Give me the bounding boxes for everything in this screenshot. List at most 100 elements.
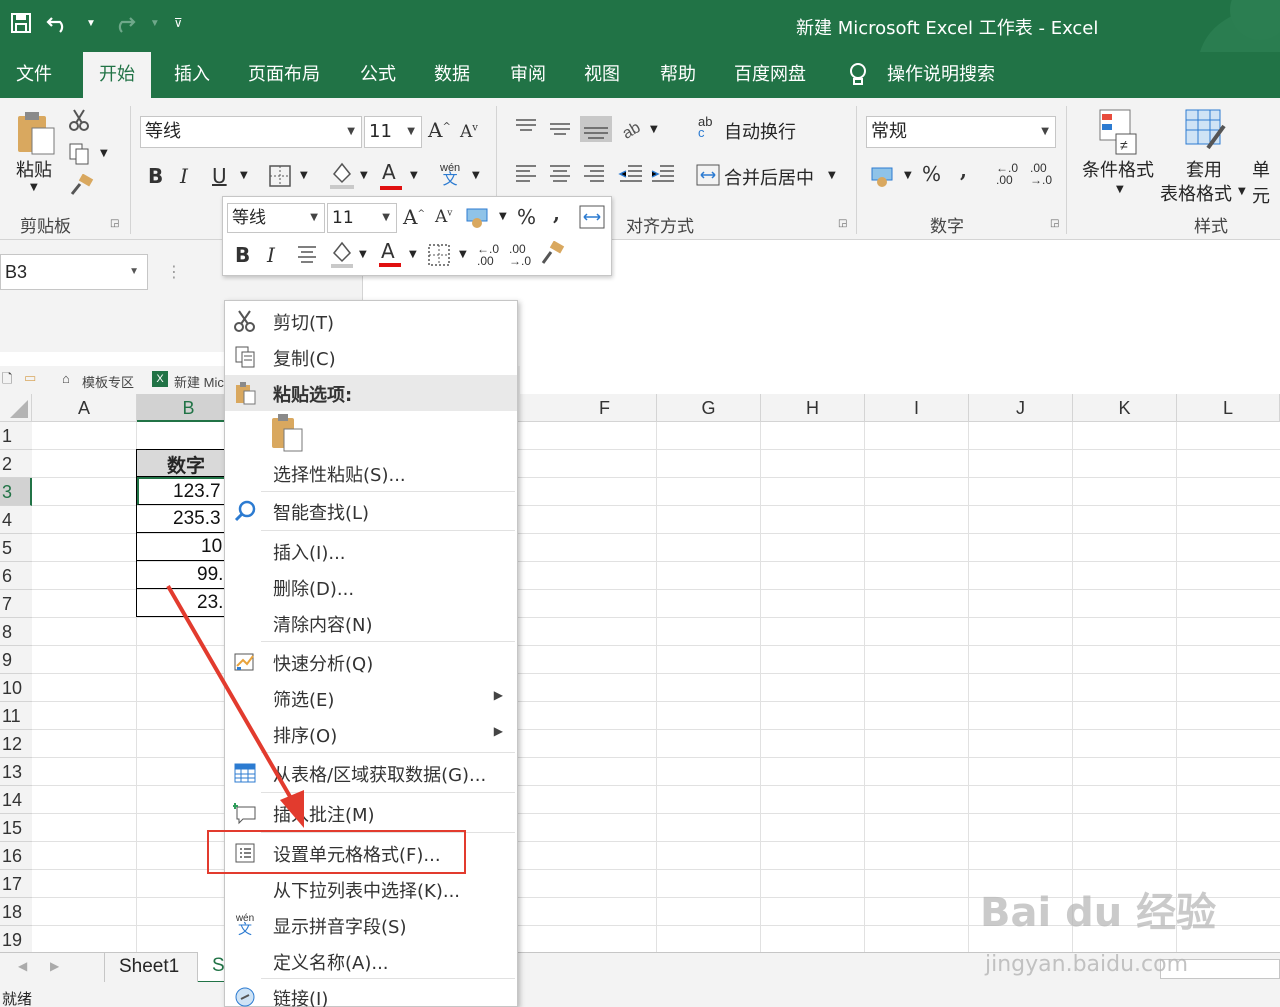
fill-color-icon[interactable] [328, 160, 356, 190]
alignment-launcher-icon[interactable]: ◲ [838, 218, 847, 229]
row-header[interactable]: 6 [0, 562, 32, 590]
menu-item-copy[interactable]: 复制(C) [225, 339, 517, 375]
horizontal-align-icons[interactable] [512, 162, 612, 188]
row-header[interactable]: 13 [0, 758, 32, 786]
menu-item-quick-analysis[interactable]: 快速分析(Q) [225, 644, 517, 680]
row-header[interactable]: 11 [0, 702, 32, 730]
mini-borders-icon[interactable] [427, 243, 451, 267]
mini-font-size-combo[interactable]: 11 ▼ [327, 203, 397, 233]
merge-dropdown-icon[interactable]: ▼ [828, 170, 836, 181]
conditional-format-dropdown-icon[interactable]: ▼ [1116, 184, 1124, 195]
mini-font-color-button[interactable]: A [381, 239, 395, 263]
paste-keep-source-icon[interactable] [269, 413, 305, 453]
row-header[interactable]: 1 [0, 422, 32, 450]
row-header[interactable]: 4 [0, 506, 32, 534]
tab-data[interactable]: 数据 [434, 52, 470, 98]
row-header[interactable]: 19 [0, 926, 32, 954]
tab-insert[interactable]: 插入 [174, 52, 210, 98]
column-header-a[interactable]: A [32, 394, 137, 422]
mini-format-painter-icon[interactable] [539, 241, 565, 267]
row-header[interactable]: 7 [0, 590, 32, 618]
underline-dropdown-icon[interactable]: ▼ [240, 170, 248, 181]
folder-icon[interactable]: ▭ [24, 370, 36, 386]
tab-view[interactable]: 视图 [584, 52, 620, 98]
row-header[interactable]: 15 [0, 814, 32, 842]
italic-button[interactable]: I [180, 164, 188, 188]
mini-fill-dropdown-icon[interactable]: ▼ [359, 249, 367, 260]
mini-accounting-dropdown-icon[interactable]: ▼ [499, 211, 507, 222]
fill-color-dropdown-icon[interactable]: ▼ [360, 170, 368, 181]
menu-item-insert-comment[interactable]: 插入批注(M) [225, 795, 517, 831]
borders-dropdown-icon[interactable]: ▼ [300, 170, 308, 181]
percent-button[interactable]: % [922, 162, 941, 186]
tab-page-layout[interactable]: 页面布局 [248, 52, 320, 98]
underline-button[interactable]: U [212, 164, 227, 188]
format-table-line1[interactable]: 套用 [1186, 156, 1222, 182]
menu-item-insert[interactable]: 插入(I)... [225, 533, 517, 569]
select-all-corner[interactable] [0, 394, 32, 422]
column-header-l[interactable]: L [1177, 394, 1280, 422]
column-header-j[interactable]: J [969, 394, 1073, 422]
undo-icon[interactable] [46, 12, 72, 34]
bookmark-new-excel[interactable]: 新建 Mic [174, 372, 224, 391]
table-row[interactable]: 235.3 [137, 505, 226, 533]
conditional-format-icon[interactable]: ≠ [1098, 108, 1142, 156]
decrease-font-icon[interactable]: Av [460, 122, 478, 142]
row-header[interactable]: 12 [0, 730, 32, 758]
scroll-right-icon[interactable]: ▶ [50, 959, 59, 973]
bookmark-templates[interactable]: 模板专区 [82, 372, 134, 391]
format-table-line2[interactable]: 表格格式 [1160, 180, 1232, 206]
borders-icon[interactable] [268, 164, 292, 188]
font-name-combo[interactable]: 等线 ▼ [140, 116, 362, 148]
row-header[interactable]: 5 [0, 534, 32, 562]
orientation-icon[interactable]: ab [620, 118, 648, 140]
vertical-align-icons[interactable] [512, 116, 612, 142]
row-header[interactable]: 14 [0, 786, 32, 814]
merge-center-button[interactable]: 合并后居中 [724, 164, 814, 190]
format-painter-icon[interactable] [68, 174, 94, 198]
menu-item-pick-from-list[interactable]: 从下拉列表中选择(K)... [225, 871, 517, 907]
menu-item-show-phonetic[interactable]: wén 文 显示拼音字段(S) [225, 907, 517, 943]
menu-item-paste-special[interactable]: 选择性粘贴(S)... [225, 455, 517, 491]
row-header[interactable]: 8 [0, 618, 32, 646]
mini-decrease-font-icon[interactable]: Av [435, 207, 452, 227]
mini-comma-button[interactable]: , [553, 201, 560, 225]
page-icon[interactable]: 🗋 [2, 370, 12, 392]
column-header-g[interactable]: G [657, 394, 761, 422]
save-icon[interactable] [10, 12, 32, 34]
accounting-dropdown-icon[interactable]: ▼ [904, 170, 912, 181]
tab-review[interactable]: 审阅 [510, 52, 546, 98]
phonetic-icon[interactable]: wén 文 [440, 162, 460, 187]
indent-icons[interactable] [618, 162, 678, 188]
increase-font-icon[interactable]: A^ [428, 118, 451, 142]
row-header[interactable]: 10 [0, 674, 32, 702]
table-row[interactable]: 99. [137, 561, 226, 589]
paste-button[interactable]: 粘贴 [16, 156, 52, 182]
wrap-text-button[interactable]: 自动换行 [724, 118, 796, 144]
mini-italic-button[interactable]: I [267, 243, 275, 267]
menu-item-define-name[interactable]: 定义名称(A)... [225, 943, 517, 979]
accounting-format-icon[interactable] [870, 164, 898, 188]
scroll-left-icon[interactable]: ◀ [18, 959, 27, 973]
clipboard-launcher-icon[interactable]: ◲ [110, 218, 119, 229]
menu-item-smart-lookup[interactable]: 智能查找(L) [225, 493, 517, 529]
cut-icon[interactable] [68, 108, 90, 132]
column-header-f[interactable]: F [553, 394, 657, 422]
sheet-tab-1[interactable]: Sheet1 [104, 953, 198, 983]
tab-help[interactable]: 帮助 [660, 52, 696, 98]
mini-increase-font-icon[interactable]: A^ [403, 205, 425, 229]
row-header[interactable]: 2 [0, 450, 32, 478]
customize-qat-icon[interactable]: ⊽ [174, 16, 183, 30]
row-header[interactable]: 3 [0, 478, 32, 506]
undo-dropdown-icon[interactable]: ▼ [86, 18, 96, 29]
mini-align-center-icon[interactable] [295, 243, 319, 267]
paste-icon[interactable] [14, 110, 58, 156]
menu-item-link[interactable]: 链接(I) [225, 979, 517, 1007]
mini-decrease-decimal-button[interactable]: .00 →.0 [509, 243, 531, 267]
conditional-format-button[interactable]: 条件格式 [1082, 156, 1154, 182]
font-color-button[interactable]: A [382, 160, 396, 184]
mini-font-name-combo[interactable]: 等线 ▼ [227, 203, 325, 233]
menu-item-sort[interactable]: 排序(O) ▶ [225, 716, 517, 752]
mini-increase-decimal-button[interactable]: ←.0.00 [477, 243, 499, 267]
orientation-dropdown-icon[interactable]: ▼ [650, 124, 658, 135]
